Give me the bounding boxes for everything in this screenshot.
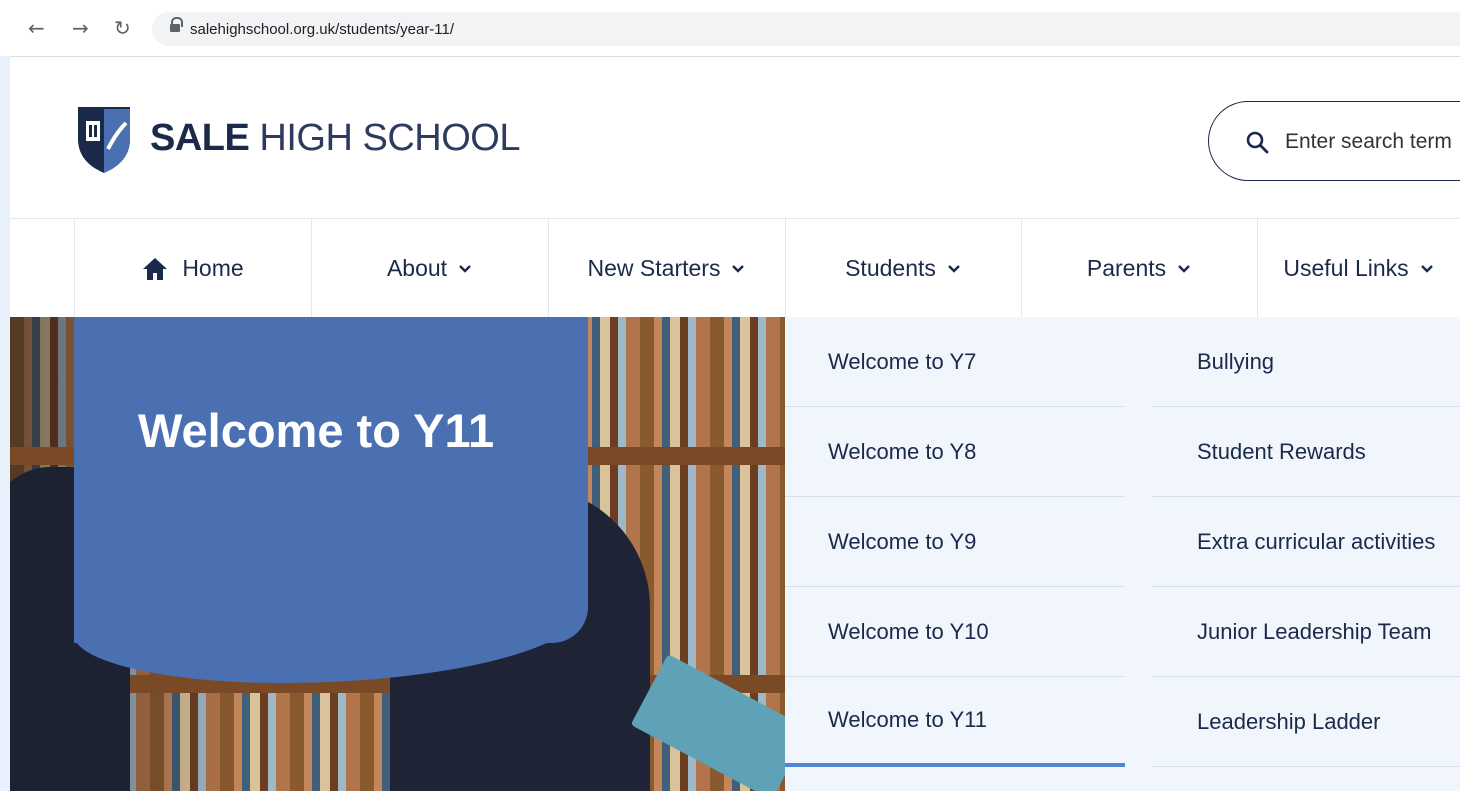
nav-item-about[interactable]: About <box>311 219 548 318</box>
search-icon[interactable] <box>1245 130 1269 154</box>
school-crest-icon[interactable] <box>74 103 134 175</box>
main-navigation: Home About New Starters Students Parents… <box>10 218 1460 318</box>
chevron-down-icon <box>732 264 745 273</box>
chevron-down-icon <box>948 264 960 273</box>
dropdown-item-welcome-y7[interactable]: Welcome to Y7 <box>785 317 1125 407</box>
hero-title-panel <box>74 317 588 683</box>
search-box[interactable] <box>1208 101 1460 181</box>
nav-item-label: Students <box>845 255 936 281</box>
students-dropdown-menu: Welcome to Y7 Welcome to Y8 Welcome to Y… <box>785 317 1460 791</box>
lock-icon <box>170 17 183 34</box>
reload-icon[interactable]: ↻ <box>114 18 131 38</box>
dropdown-item-welcome-y9[interactable]: Welcome to Y9 <box>785 497 1125 587</box>
address-bar[interactable]: salehighschool.org.uk/students/year-11/ <box>152 12 1460 46</box>
home-icon <box>143 257 168 280</box>
brand-bold: SALE <box>150 117 250 159</box>
dropdown-item-welcome-y10[interactable]: Welcome to Y10 <box>785 587 1125 677</box>
hero-title: Welcome to Y11 <box>138 404 495 457</box>
nav-item-new-starters[interactable]: New Starters <box>548 219 785 318</box>
dropdown-item-leadership-ladder[interactable]: Leadership Ladder <box>1152 677 1460 767</box>
nav-item-label: Useful Links <box>1283 255 1409 281</box>
nav-item-students[interactable]: Students <box>785 219 1021 318</box>
chevron-down-icon <box>1178 264 1190 273</box>
browser-toolbar: ← → ↻ salehighschool.org.uk/students/yea… <box>0 0 1460 56</box>
chevron-down-icon <box>459 264 471 273</box>
dropdown-item-junior-leadership[interactable]: Junior Leadership Team <box>1152 587 1460 677</box>
back-arrow-icon[interactable]: ← <box>28 18 45 38</box>
nav-item-label: New Starters <box>587 255 721 281</box>
brand-rest: HIGH SCHOOL <box>249 117 520 159</box>
hero-image: Welcome to Y11 <box>10 317 790 791</box>
nav-item-useful-links[interactable]: Useful Links <box>1257 219 1460 318</box>
dropdown-item-bullying[interactable]: Bullying <box>1152 317 1460 407</box>
web-page: SALE HIGH SCHOOL Home About New Starters… <box>10 57 1460 791</box>
dropdown-item-welcome-y8[interactable]: Welcome to Y8 <box>785 407 1125 497</box>
dropdown-item-welcome-y11[interactable]: Welcome to Y11 <box>785 677 1125 767</box>
dropdown-item-student-rewards[interactable]: Student Rewards <box>1152 407 1460 497</box>
dropdown-item-extra-curricular[interactable]: Extra curricular activities <box>1152 497 1460 587</box>
nav-item-label: Home <box>182 255 244 281</box>
chevron-down-icon <box>1420 264 1433 273</box>
url-text: salehighschool.org.uk/students/year-11/ <box>190 21 455 38</box>
nav-item-home[interactable]: Home <box>74 219 311 318</box>
school-name[interactable]: SALE HIGH SCHOOL <box>150 117 520 160</box>
nav-item-label: Parents <box>1086 255 1167 281</box>
nav-item-label: About <box>386 255 448 281</box>
search-input[interactable] <box>1285 126 1460 158</box>
forward-arrow-icon[interactable]: → <box>72 18 89 38</box>
nav-item-parents[interactable]: Parents <box>1021 219 1257 318</box>
